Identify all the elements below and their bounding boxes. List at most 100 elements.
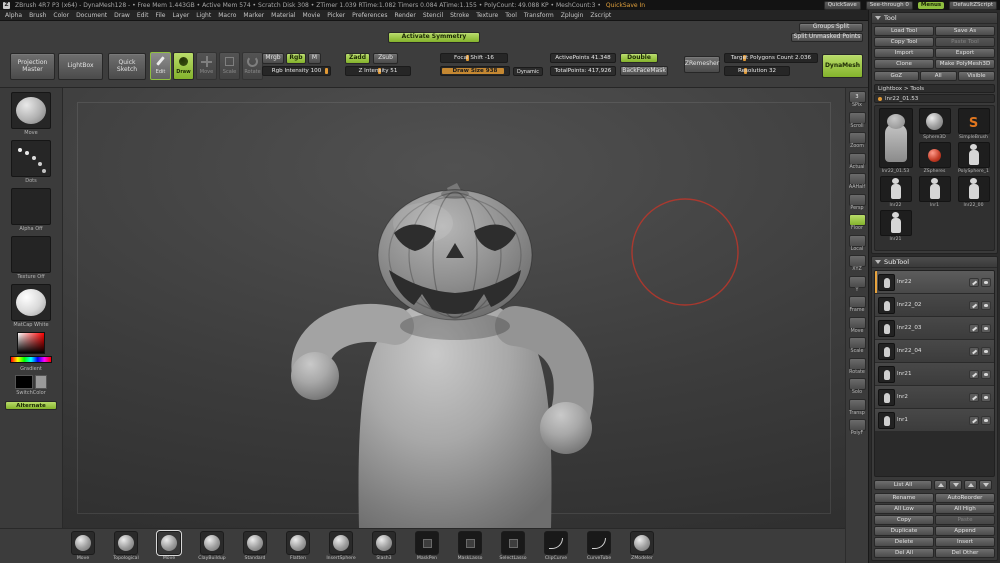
subtool-row[interactable]: lnr22_03 (875, 317, 994, 340)
brush-tray-item[interactable]: Flatten (281, 531, 315, 561)
edit-pen-icon[interactable] (969, 278, 979, 287)
subtool-panel-header[interactable]: SubTool (872, 257, 997, 268)
mode-button[interactable]: Draw (173, 52, 194, 80)
menu-item[interactable]: Light (196, 12, 211, 19)
shelf-item[interactable]: Persp (846, 194, 868, 212)
visibility-eye-icon[interactable] (981, 393, 991, 402)
current-brush-thumbnail[interactable]: Move (11, 92, 51, 138)
tool-thumbnail[interactable]: lnr21 (877, 210, 914, 242)
brush-tray-item[interactable]: Standard (238, 531, 272, 561)
menu-item[interactable]: Transform (524, 12, 554, 19)
menu-item[interactable]: Texture (476, 12, 498, 19)
brush-tray-item[interactable]: ClayBuildup (195, 531, 229, 561)
menu-item[interactable]: Preferences (352, 12, 387, 19)
shelf-item[interactable]: Solo (846, 378, 868, 396)
visibility-eye-icon[interactable] (981, 301, 991, 310)
menu-item[interactable]: Tool (505, 12, 517, 19)
menu-item[interactable]: Macro (218, 12, 236, 19)
brush-tray-item[interactable]: Move (66, 531, 100, 561)
tool-button[interactable]: Save As (935, 26, 995, 36)
tool-button[interactable]: Clone (874, 59, 934, 69)
brush-tray-item[interactable]: Slash3 (367, 531, 401, 561)
tool-button[interactable]: All (920, 71, 957, 81)
tool-thumbnail[interactable]: lnr22 (877, 176, 914, 208)
split-unmasked-points-button[interactable]: Split Unmasked Points (791, 33, 863, 42)
shelf-item[interactable]: Scale (846, 337, 868, 355)
menu-item[interactable]: Layer (173, 12, 190, 19)
menu-item[interactable]: Render (394, 12, 415, 19)
visibility-eye-icon[interactable] (981, 278, 991, 287)
mode-button[interactable]: Scale (219, 52, 240, 80)
current-tool-bar[interactable]: lnr22_01.53 (874, 94, 995, 103)
current-stroke-thumbnail[interactable]: Dots (11, 140, 51, 186)
shelf-item[interactable]: Scroll (846, 112, 868, 130)
subtool-row[interactable]: lnr22_04 (875, 340, 994, 363)
main-color-swatch[interactable] (15, 375, 33, 389)
mrgb-button[interactable]: Mrgb (262, 53, 284, 64)
subtool-action-button[interactable]: Rename (874, 493, 934, 503)
tool-button[interactable]: Load Tool (874, 26, 934, 36)
shelf-item[interactable]: Transp (846, 399, 868, 417)
zremesher-button[interactable]: ZRemesher (684, 56, 720, 73)
current-material-thumbnail[interactable]: MatCap White (11, 284, 51, 330)
menu-item[interactable]: Edit (137, 12, 149, 19)
menu-item[interactable]: Color (53, 12, 69, 19)
m-button[interactable]: M (308, 53, 321, 64)
visibility-eye-icon[interactable] (981, 416, 991, 425)
list-all-button[interactable]: List All (874, 480, 932, 490)
tool-thumbnail[interactable]: ZSpheres (916, 142, 953, 174)
brush-tray-item[interactable]: MaskPen (410, 531, 444, 561)
shelf-item[interactable]: XYZ (846, 255, 868, 273)
dynamic-toggle[interactable]: Dynamic (513, 67, 543, 76)
visibility-eye-icon[interactable] (981, 347, 991, 356)
mode-button[interactable]: Edit (150, 52, 171, 80)
edit-pen-icon[interactable] (969, 393, 979, 402)
brush-tray-item[interactable]: Topological (109, 531, 143, 561)
menu-item[interactable]: Picker (327, 12, 345, 19)
menu-item[interactable]: Brush (29, 12, 46, 19)
shelf-item[interactable]: Zoom (846, 132, 868, 150)
menu-item[interactable]: Document (76, 12, 107, 19)
shelf-item[interactable]: Y (846, 276, 868, 294)
visibility-eye-icon[interactable] (981, 370, 991, 379)
target-polygons-slider[interactable]: Target Polygons Count 2.036 (724, 53, 818, 63)
menu-item[interactable]: Zscript (590, 12, 611, 19)
tool-thumbnail[interactable]: S SimpleBrush (955, 108, 992, 140)
subtool-action-button[interactable]: Insert (935, 537, 995, 547)
brush-tray-item[interactable]: ZModeler (625, 531, 659, 561)
shelf-item[interactable]: Frame (846, 296, 868, 314)
backface-mask-button[interactable]: BackFaceMask (620, 66, 668, 76)
z-intensity-slider[interactable]: Z Intensity 51 (345, 66, 411, 76)
rgb-button[interactable]: Rgb (286, 53, 306, 64)
menu-item[interactable]: Stroke (450, 12, 469, 19)
alternate-button[interactable]: Alternate (5, 401, 57, 410)
shelf-item[interactable]: AAHalf (846, 173, 868, 191)
subtool-action-button[interactable]: All Low (874, 504, 934, 514)
color-picker[interactable] (10, 332, 52, 363)
menu-item[interactable]: Draw (114, 12, 130, 19)
subtool-row[interactable]: lnr21 (875, 363, 994, 386)
menu-item[interactable]: Marker (243, 12, 264, 19)
visibility-eye-icon[interactable] (981, 324, 991, 333)
secondary-color-swatch[interactable] (35, 375, 47, 389)
tool-button[interactable]: Make PolyMesh3D (935, 59, 995, 69)
select-up-button[interactable] (964, 480, 977, 490)
shelf-item[interactable]: PolyF (846, 419, 868, 437)
tool-button[interactable]: Export (935, 48, 995, 58)
quicksave-button[interactable]: QuickSave (824, 1, 861, 10)
resolution-slider[interactable]: Resolution 32 (724, 66, 790, 76)
tool-thumbnail[interactable]: lnr22_01.53 (877, 108, 914, 174)
saturation-value-square[interactable] (17, 332, 45, 354)
draw-size-slider[interactable]: Draw Size 938 (440, 66, 510, 76)
tool-button[interactable]: Copy Tool (874, 37, 934, 47)
zadd-button[interactable]: Zadd (345, 53, 370, 64)
menu-item[interactable]: File (155, 12, 165, 19)
menu-item[interactable]: Stencil (423, 12, 443, 19)
menus-toggle[interactable]: Menus (918, 2, 944, 9)
focal-shift-slider[interactable]: Focal Shift -16 (440, 53, 508, 63)
current-texture-thumbnail[interactable]: Texture Off (11, 236, 51, 282)
groups-split-button[interactable]: Groups Split (799, 23, 863, 32)
tool-panel-header[interactable]: Tool (872, 13, 997, 24)
edit-pen-icon[interactable] (969, 347, 979, 356)
brush-tray-item[interactable]: Move (152, 531, 186, 561)
